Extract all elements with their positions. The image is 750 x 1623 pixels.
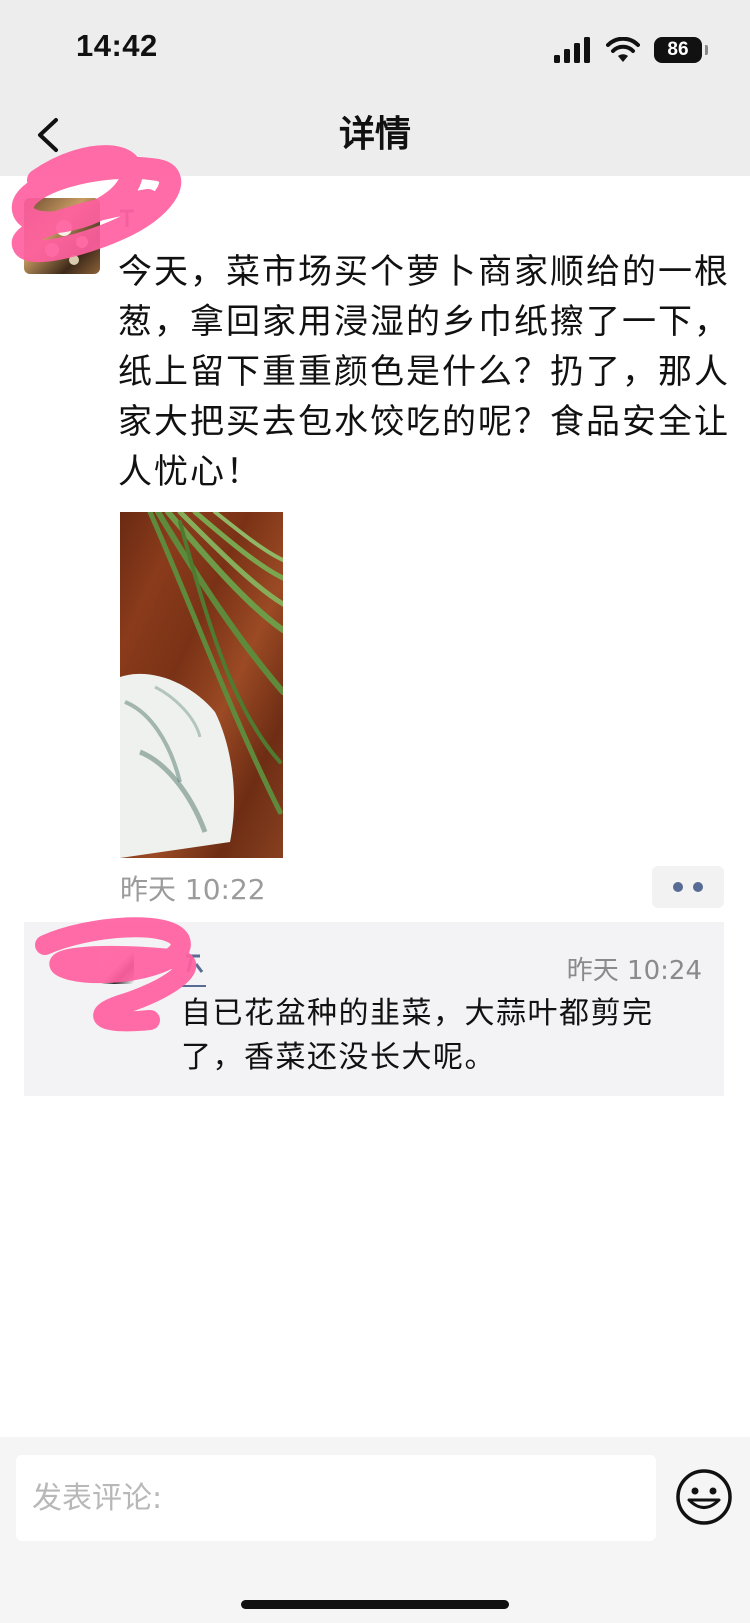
author-name-fragment	[120, 209, 134, 227]
page-title: 详情	[338, 114, 411, 155]
commenter-name[interactable]	[182, 950, 206, 987]
post-timestamp: 昨天 10:22	[120, 873, 266, 906]
more-button[interactable]	[652, 866, 724, 908]
commenter-name-fragment	[186, 954, 204, 973]
battery-level: 86	[667, 39, 689, 60]
wifi-icon	[606, 37, 640, 62]
author-avatar[interactable]	[24, 198, 100, 274]
comment-section: 昨天 10:24 自已花盆种的韭菜，大蒜叶都剪完了，香菜还没长大呢。	[24, 922, 724, 1096]
nav-bar: 详情	[0, 96, 750, 176]
status-time: 14:42	[76, 28, 158, 63]
commenter-avatar[interactable]	[100, 950, 134, 984]
post-text: 今天，菜市场买个萝卜商家顺给的一根葱，拿回家用浸湿的乡巾纸擦了一下，纸上留下重重…	[118, 252, 730, 492]
emoji-button[interactable]	[674, 1467, 734, 1527]
comment-text: 自已花盆种的韭菜，大蒜叶都剪完了，香菜还没长大呢。	[181, 996, 654, 1075]
more-dots-icon-dot	[693, 882, 703, 892]
photo-content	[120, 512, 283, 858]
battery-icon: 86	[654, 37, 708, 63]
avatar-image	[45, 220, 88, 265]
status-bar: 14:42 86	[0, 0, 750, 96]
comment-input[interactable]	[16, 1455, 656, 1541]
status-icons: 86	[554, 34, 708, 66]
more-dots-icon	[673, 882, 683, 892]
author-name[interactable]	[118, 205, 138, 237]
post-photo[interactable]	[120, 512, 283, 858]
signal-icon	[554, 37, 590, 63]
comment-timestamp: 昨天 10:24	[566, 956, 702, 986]
smiley-icon	[676, 1469, 732, 1525]
home-indicator[interactable]	[241, 1600, 509, 1609]
comment-bar	[0, 1437, 750, 1623]
